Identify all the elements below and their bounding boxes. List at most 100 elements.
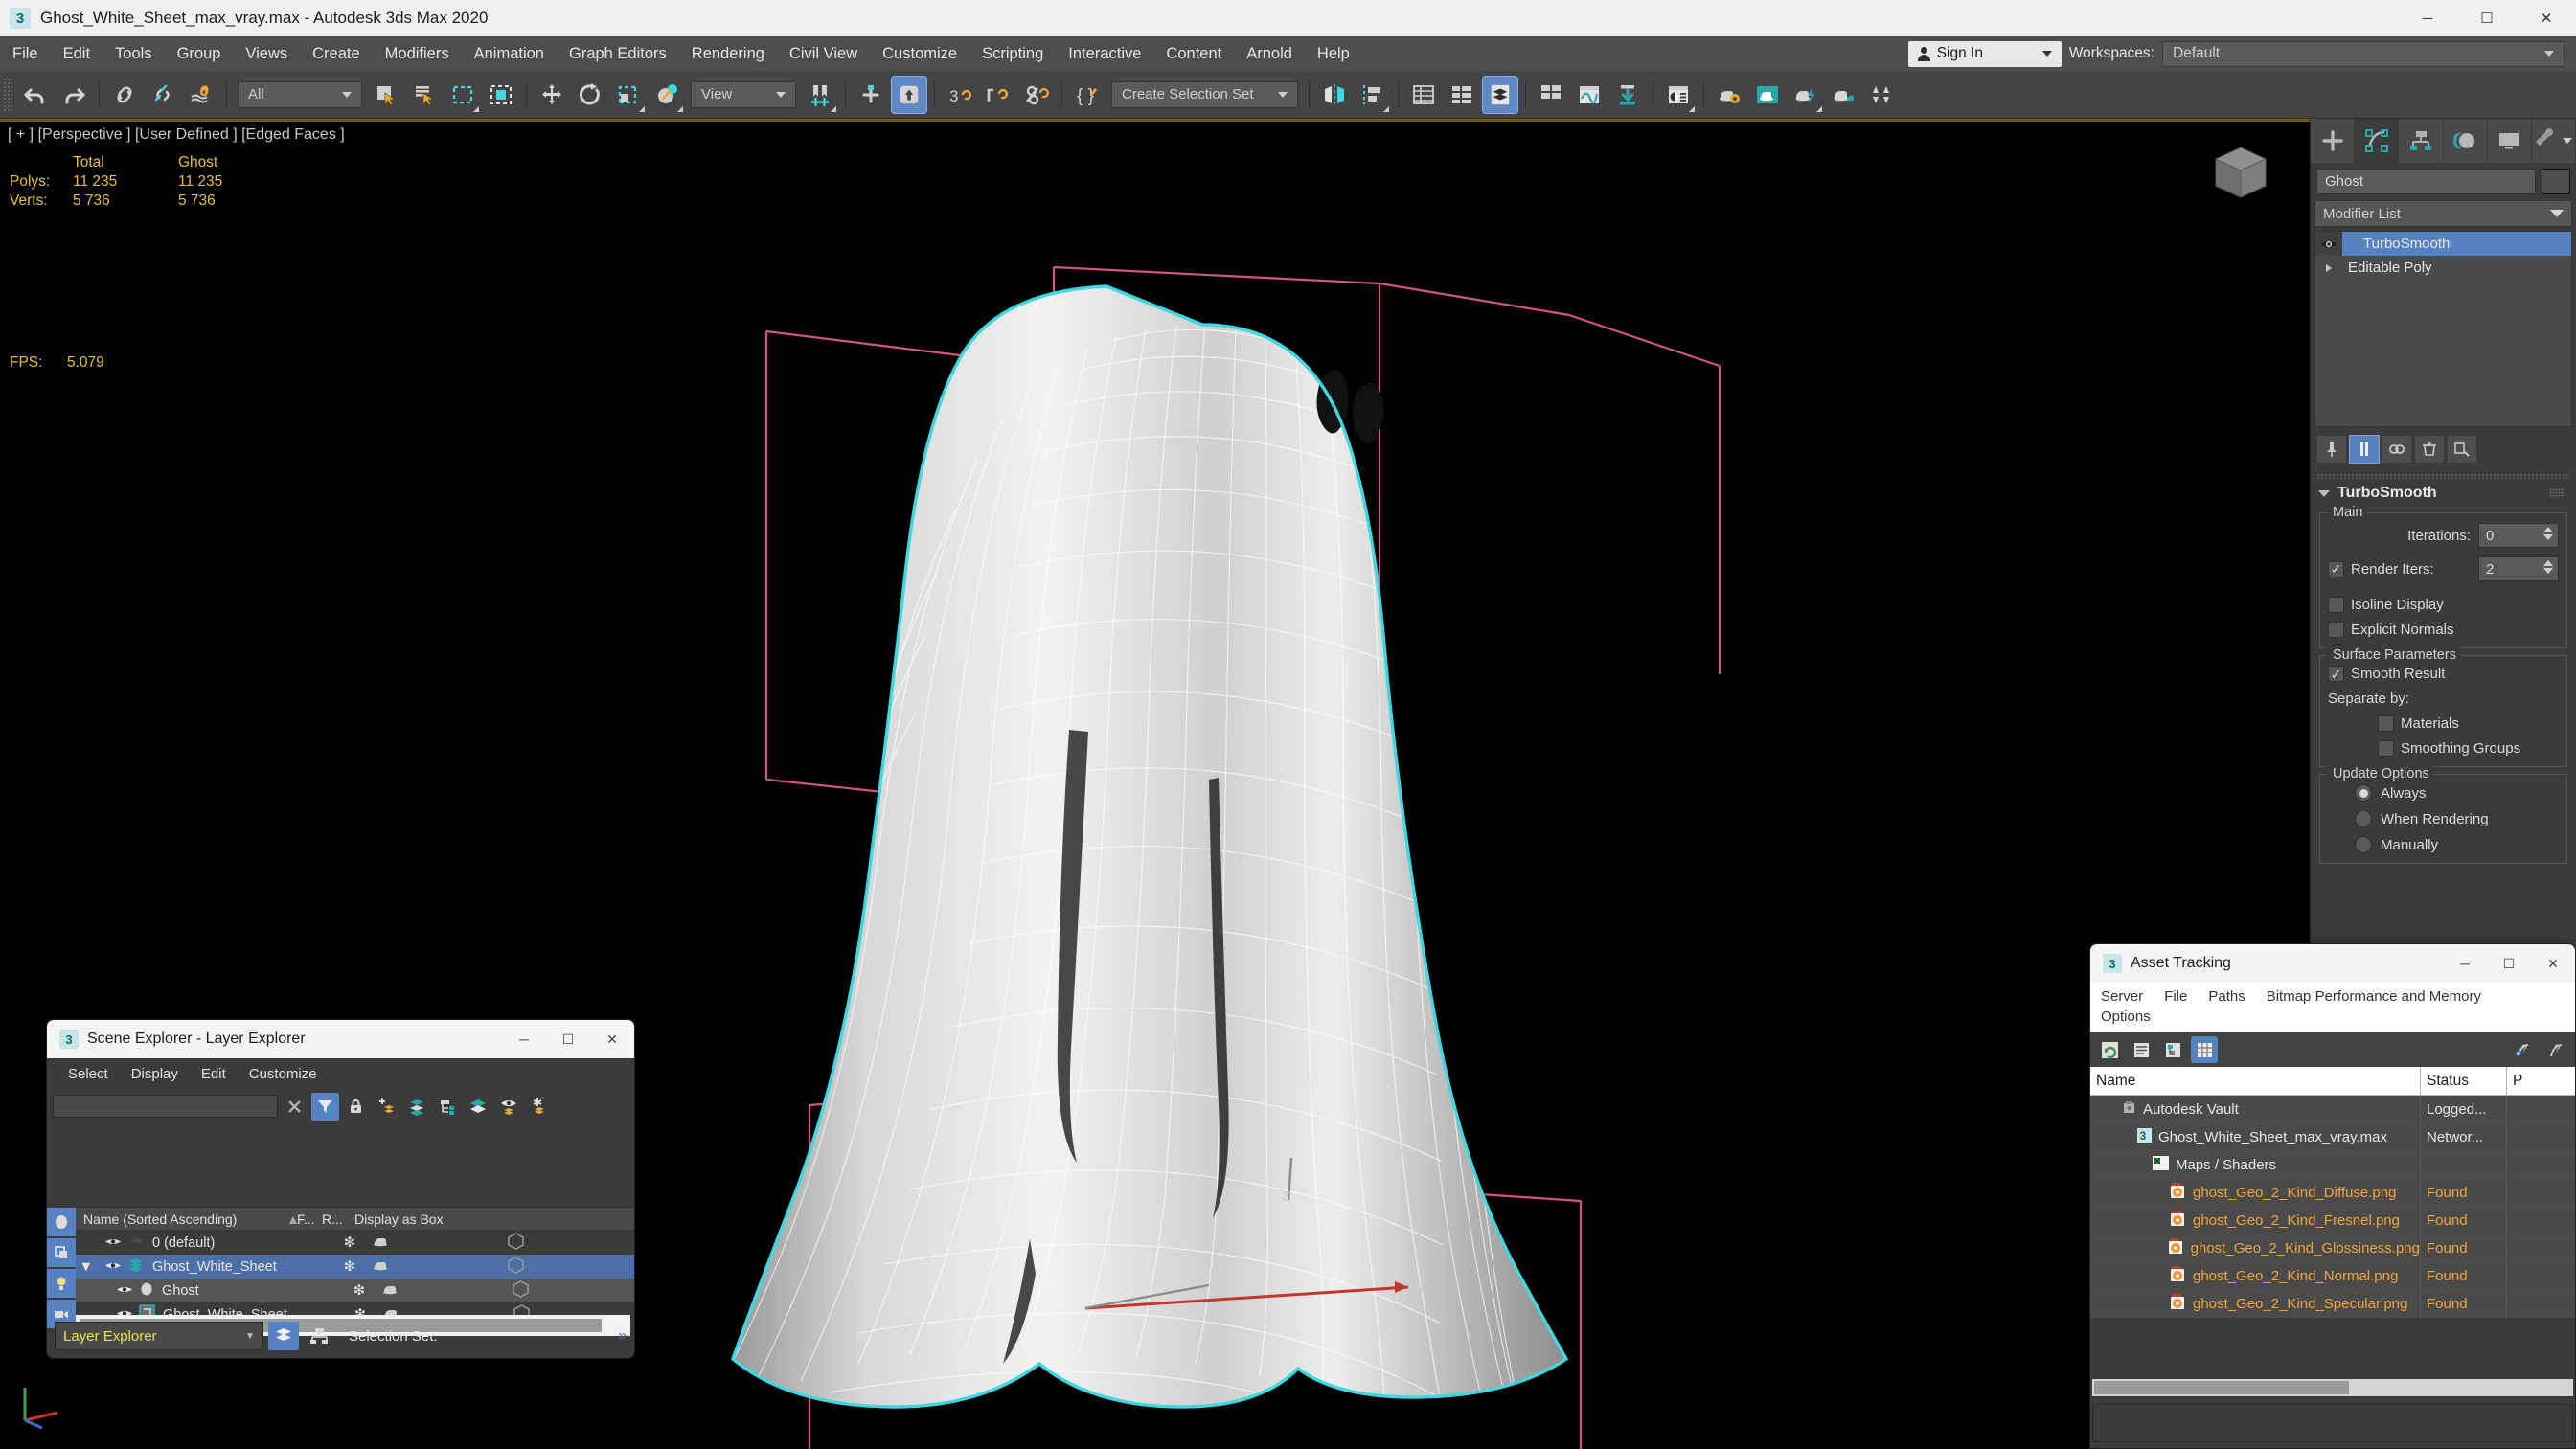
- toolbar-grip[interactable]: [3, 77, 12, 112]
- pin-stack-icon[interactable]: [2316, 435, 2347, 464]
- project-folder-icon[interactable]: [1609, 76, 1646, 114]
- table-row[interactable]: ghost_Geo_2_Kind_Normal.png Found: [2090, 1261, 2575, 1290]
- hide-layer-icon[interactable]: [495, 1093, 523, 1121]
- se-menu-select[interactable]: Select: [57, 1066, 120, 1082]
- menu-graph-editors[interactable]: Graph Editors: [557, 36, 679, 71]
- rectangular-selection-region-icon[interactable]: [445, 76, 481, 114]
- always-radio[interactable]: [2355, 784, 2372, 802]
- asset-tracking-dialog[interactable]: 3 Asset Tracking ─ ☐ ✕ Server File Paths…: [2089, 943, 2576, 1449]
- material-editor-icon[interactable]: [1660, 76, 1697, 114]
- table-row[interactable]: ghost_Geo_2_Kind_Diffuse.png Found: [2090, 1178, 2575, 1207]
- box-icon[interactable]: [407, 1279, 634, 1302]
- align-icon[interactable]: [1355, 76, 1391, 114]
- help-icon[interactable]: ?: [2542, 1036, 2569, 1063]
- lock-icon[interactable]: [342, 1093, 370, 1121]
- menu-help[interactable]: Help: [1305, 36, 1362, 71]
- render-setup-icon[interactable]: [1711, 76, 1747, 114]
- curve-editor-icon[interactable]: [1571, 76, 1607, 114]
- minimize-button[interactable]: ─: [502, 1020, 546, 1058]
- expand-arrow-icon[interactable]: [2315, 256, 2342, 280]
- spinner-snap-toggle-icon[interactable]: [1018, 76, 1055, 114]
- bind-to-space-warp-icon[interactable]: [183, 76, 219, 114]
- explicit-normals-checkbox[interactable]: [2328, 622, 2344, 638]
- select-and-scale-icon[interactable]: [610, 76, 647, 114]
- list-item[interactable]: 0 (default) ❇: [76, 1231, 634, 1255]
- snowflake-icon[interactable]: ❇: [334, 1259, 365, 1275]
- table-row[interactable]: Autodesk Vault Logged...: [2090, 1095, 2575, 1123]
- menu-group[interactable]: Group: [165, 36, 234, 71]
- select-and-manipulate-icon[interactable]: [853, 76, 889, 114]
- spinner-arrows-icon[interactable]: [2543, 527, 2553, 540]
- se-menu-edit[interactable]: Edit: [190, 1066, 238, 1082]
- menu-rendering[interactable]: Rendering: [679, 36, 777, 71]
- at-menu-options[interactable]: Options: [2090, 1007, 2161, 1027]
- maximize-button[interactable]: ☐: [546, 1020, 590, 1058]
- at-menu-bitmap-performance[interactable]: Bitmap Performance and Memory: [2256, 986, 2492, 1007]
- column-renderable[interactable]: R...: [322, 1211, 354, 1227]
- selection-filter-select[interactable]: All: [238, 80, 362, 108]
- menu-content[interactable]: Content: [1153, 36, 1234, 71]
- select-and-place-icon[interactable]: [649, 76, 685, 114]
- iterations-spinner[interactable]: 0: [2478, 523, 2559, 548]
- select-and-rotate-icon[interactable]: [572, 76, 608, 114]
- close-button[interactable]: ✕: [2531, 944, 2575, 983]
- box-icon[interactable]: [398, 1232, 634, 1254]
- column-name[interactable]: Name (Sorted Ascending): [76, 1211, 286, 1227]
- column-frozen[interactable]: F...: [291, 1211, 322, 1227]
- modifier-stack-item-turbosmooth[interactable]: TurboSmooth: [2315, 232, 2571, 256]
- snowflake-icon[interactable]: ❇: [334, 1235, 365, 1251]
- hierarchy-tab-icon[interactable]: [2399, 119, 2444, 163]
- panel-drag-handle[interactable]: [2316, 473, 2570, 479]
- at-menu-paths[interactable]: Paths: [2198, 986, 2255, 1007]
- add-layer-icon[interactable]: [373, 1093, 400, 1121]
- motion-tab-icon[interactable]: [2444, 119, 2488, 163]
- se-menu-customize[interactable]: Customize: [238, 1066, 329, 1082]
- at-menu-server[interactable]: Server: [2090, 986, 2154, 1007]
- configure-modifier-sets-icon[interactable]: [2447, 435, 2477, 464]
- path-view-icon[interactable]: [2159, 1036, 2186, 1063]
- select-by-name-icon[interactable]: [406, 76, 443, 114]
- update-manually-row[interactable]: Manually: [2328, 836, 2559, 853]
- unlink-selection-icon[interactable]: [145, 76, 181, 114]
- teapot-icon[interactable]: [365, 1258, 398, 1275]
- list-view-icon[interactable]: [2128, 1036, 2154, 1063]
- freeze-layer-icon[interactable]: [526, 1093, 554, 1121]
- materials-checkbox[interactable]: [2378, 715, 2394, 732]
- box-icon[interactable]: [398, 1256, 634, 1278]
- scene-converter-icon[interactable]: [1533, 76, 1569, 114]
- refresh-icon[interactable]: [2096, 1036, 2123, 1063]
- search-input[interactable]: [53, 1095, 278, 1118]
- eye-icon[interactable]: [116, 1283, 133, 1299]
- menu-tools[interactable]: Tools: [103, 36, 165, 71]
- table-row[interactable]: 3 Ghost_White_Sheet_max_vray.max Networ.…: [2090, 1122, 2575, 1151]
- table-row[interactable]: ghost_Geo_2_Kind_Specular.png Found: [2090, 1289, 2575, 1318]
- activeshade-icon[interactable]: [1826, 76, 1862, 114]
- table-row[interactable]: ghost_Geo_2_Kind_Glossiness.png Found: [2090, 1234, 2575, 1262]
- render-iters-checkbox[interactable]: [2328, 560, 2344, 577]
- render-iters-spinner[interactable]: 2: [2478, 556, 2559, 581]
- spinner-arrows-icon[interactable]: [2543, 560, 2553, 574]
- rail-select-object-icon[interactable]: [47, 1208, 76, 1236]
- eye-icon[interactable]: [104, 1259, 122, 1275]
- close-button[interactable]: ✕: [590, 1020, 634, 1058]
- scene-explorer-list-icon[interactable]: [1444, 76, 1480, 114]
- grid-view-icon[interactable]: [2191, 1036, 2218, 1063]
- column-name[interactable]: Name: [2090, 1066, 2421, 1096]
- expand-arrow-icon[interactable]: ▼: [76, 1259, 93, 1275]
- use-center-flyout-icon[interactable]: [802, 76, 838, 114]
- asset-tracking-hscrollbar[interactable]: [2092, 1379, 2573, 1396]
- layer-explorer-mode-icon[interactable]: [268, 1322, 299, 1350]
- make-unique-icon[interactable]: [2382, 435, 2412, 464]
- sign-in-button[interactable]: Sign In: [1907, 40, 2062, 67]
- percent-snap-toggle-icon[interactable]: [980, 76, 1016, 114]
- manually-radio[interactable]: [2355, 836, 2372, 853]
- column-display-as-box[interactable]: Display as Box: [354, 1211, 634, 1227]
- menu-modifiers[interactable]: Modifiers: [373, 36, 462, 71]
- column-path[interactable]: P: [2507, 1067, 2575, 1096]
- angle-snap-toggle-icon[interactable]: 3: [942, 76, 978, 114]
- menu-create[interactable]: Create: [300, 36, 373, 71]
- object-name-field[interactable]: Ghost: [2316, 169, 2536, 194]
- modifier-list-select[interactable]: Modifier List: [2314, 200, 2572, 227]
- smooth-result-checkbox[interactable]: [2328, 666, 2344, 682]
- filter-icon[interactable]: [311, 1092, 339, 1121]
